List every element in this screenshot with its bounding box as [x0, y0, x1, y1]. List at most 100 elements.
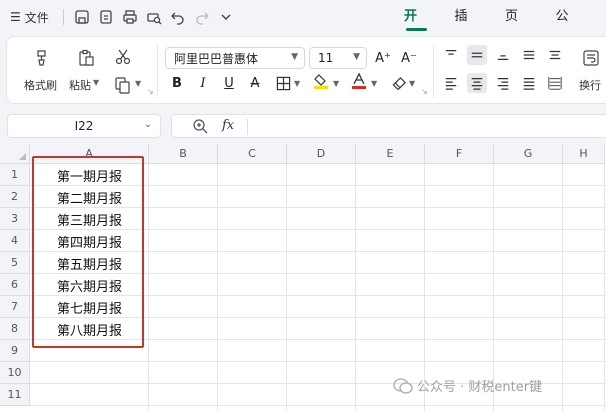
grid-line [30, 361, 606, 362]
align-justify-button[interactable] [519, 45, 539, 65]
grid-line [286, 164, 287, 411]
grid-line [493, 164, 494, 411]
align-center-button[interactable] [467, 73, 487, 93]
print-button[interactable] [118, 5, 142, 29]
clear-format-button[interactable] [389, 73, 409, 93]
borders-icon [276, 76, 290, 90]
justify-icon [523, 78, 535, 90]
italic-button[interactable]: I [193, 73, 213, 93]
align-right-button[interactable] [493, 73, 513, 93]
chevron-down-icon[interactable]: ▼ [93, 78, 99, 87]
export-pdf-button[interactable] [94, 5, 118, 29]
format-painter-icon [37, 50, 46, 66]
row-header-2[interactable]: 2 [0, 186, 30, 208]
fx-icon[interactable]: fx [222, 118, 234, 133]
row-header-5[interactable]: 5 [0, 252, 30, 274]
hamburger-icon: ☰ [10, 10, 21, 24]
font-name-value: 阿里巴巴普惠体 [174, 51, 259, 66]
select-all-corner[interactable] [0, 144, 30, 164]
name-box[interactable]: I22 ⌄ [7, 114, 161, 138]
chevron-down-icon[interactable]: ▼ [294, 79, 300, 88]
wechat-icon [393, 377, 413, 394]
align-top-button[interactable] [441, 45, 461, 65]
quick-access-toolbar [62, 5, 238, 29]
eraser-icon [392, 76, 406, 90]
tab-page[interactable]: 页面 [505, 0, 530, 58]
format-painter-button[interactable] [29, 45, 55, 71]
column-header-f[interactable]: F [425, 144, 494, 164]
ribbon: 格式刷 粘贴 ▼ ▼ ↘ 阿里巴巴普惠体 ▼ 11 ▼ A⁺ A⁻ B I U … [6, 36, 606, 104]
decrease-font-button[interactable]: A⁻ [399, 48, 419, 68]
more-button[interactable] [214, 5, 238, 29]
column-header-b[interactable]: B [149, 144, 218, 164]
increase-font-button[interactable]: A⁺ [373, 48, 393, 68]
dialog-launcher-icon[interactable]: ↘ [147, 87, 154, 96]
scissors-icon [115, 49, 131, 65]
align-left-button[interactable] [441, 73, 461, 93]
borders-button[interactable] [273, 73, 293, 93]
align-justify-icon [523, 50, 535, 60]
save-button[interactable] [70, 5, 94, 29]
row-header-7[interactable]: 7 [0, 296, 30, 318]
tab-formulas[interactable]: 公式 [556, 0, 581, 58]
cut-button[interactable] [111, 45, 135, 69]
more-chevron-icon [221, 14, 231, 20]
redo-button[interactable] [190, 5, 214, 29]
column-header-g[interactable]: G [494, 144, 563, 164]
row-header-8[interactable]: 8 [0, 318, 30, 340]
column-header-c[interactable]: C [218, 144, 287, 164]
justify-button[interactable] [519, 73, 539, 93]
row-header-11[interactable]: 11 [0, 384, 30, 406]
row-header-10[interactable]: 10 [0, 362, 30, 384]
wrap-text-button[interactable] [579, 45, 603, 71]
separator [433, 45, 434, 97]
undo-button[interactable] [166, 5, 190, 29]
align-bottom-button[interactable] [493, 45, 513, 65]
row-header-4[interactable]: 4 [0, 230, 30, 252]
separator [62, 9, 64, 25]
chevron-down-icon[interactable]: ▼ [371, 79, 377, 88]
dialog-launcher-icon[interactable]: ↘ [421, 87, 428, 96]
font-size-select[interactable]: 11 ▼ [309, 47, 367, 69]
chevron-down-icon[interactable]: ▼ [333, 79, 339, 88]
chevron-down-icon[interactable]: ▼ [409, 79, 415, 88]
row-header-3[interactable]: 3 [0, 208, 30, 230]
bold-button[interactable]: B [167, 73, 187, 93]
strikethrough-button[interactable]: A [245, 73, 265, 93]
file-menu[interactable]: ☰ 文件 [10, 9, 49, 26]
row-header-6[interactable]: 6 [0, 274, 30, 296]
cell-reference: I22 [74, 119, 94, 133]
formula-bar: I22 ⌄ fx [0, 112, 606, 142]
font-color-button[interactable] [349, 71, 369, 91]
chevron-down-icon[interactable]: ▼ [135, 79, 141, 88]
zoom-icon[interactable] [192, 118, 208, 134]
print-preview-icon [147, 13, 162, 25]
grid-line [355, 164, 356, 411]
print-icon [123, 10, 137, 24]
export-pdf-icon [100, 10, 112, 24]
tab-insert[interactable]: 插入 [455, 0, 480, 58]
selection-highlight [32, 156, 144, 348]
font-color-icon [352, 72, 366, 89]
column-header-h[interactable]: H [563, 144, 605, 164]
formula-input[interactable]: fx [171, 114, 606, 138]
row-header-1[interactable]: 1 [0, 164, 30, 186]
copy-icon [115, 77, 130, 94]
font-name-select[interactable]: 阿里巴巴普惠体 ▼ [165, 47, 305, 69]
align-middle-button[interactable] [467, 45, 487, 65]
paste-button[interactable] [73, 45, 99, 71]
print-preview-button[interactable] [142, 5, 166, 29]
tab-home[interactable]: 开始 [404, 0, 429, 58]
format-painter-label: 格式刷 [24, 79, 57, 92]
column-header-e[interactable]: E [356, 144, 425, 164]
align-distributed-button[interactable] [545, 45, 565, 65]
column-header-d[interactable]: D [287, 144, 356, 164]
distributed-button[interactable] [545, 73, 565, 93]
fill-color-button[interactable] [311, 71, 331, 91]
underline-button[interactable]: U [219, 73, 239, 93]
copy-button[interactable] [111, 73, 135, 97]
row-header-9[interactable]: 9 [0, 340, 30, 362]
spreadsheet-grid[interactable]: ABCDEFGH 1 2 3 4 5 6 7 8 9 10 11 第一期月报 第二期月报 第三期月报 第四… [0, 144, 606, 411]
file-menu-label: 文件 [24, 10, 49, 25]
paste-label: 粘贴 [69, 79, 91, 92]
